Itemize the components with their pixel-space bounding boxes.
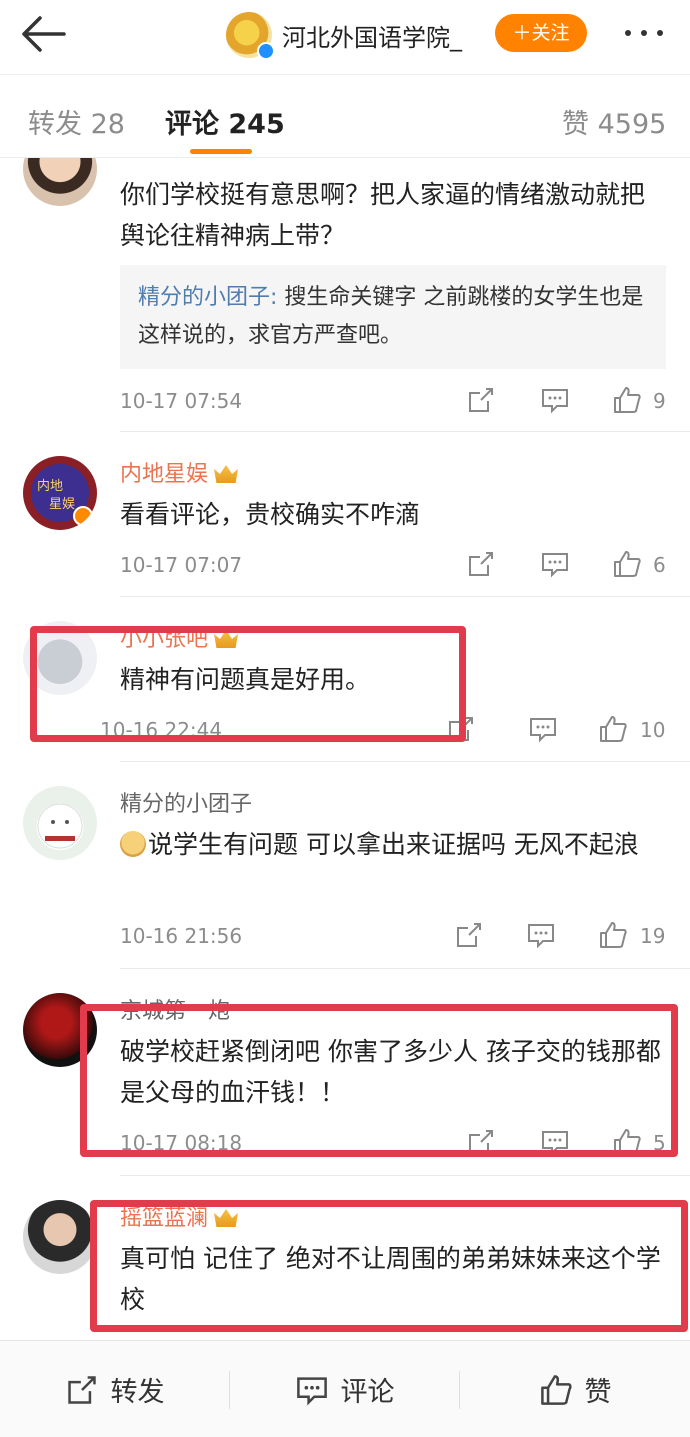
divider (120, 968, 690, 969)
svg-text:内地: 内地 (37, 478, 63, 494)
comment-icon[interactable] (540, 385, 570, 415)
avatar[interactable] (23, 786, 97, 860)
comment-text: 看看评论，贵校确实不咋滴 (120, 500, 421, 529)
more-options-icon[interactable] (620, 22, 672, 44)
bottom-like-label: 赞 (584, 1377, 612, 1408)
divider (120, 1175, 690, 1176)
like-count: 19 (640, 924, 666, 948)
bottom-repost-label: 转发 (110, 1377, 165, 1408)
account-avatar[interactable] (226, 12, 275, 60)
svg-text:星娱: 星娱 (49, 497, 75, 512)
repost-icon (67, 1375, 96, 1404)
tab-bar: 转发 28 评论 245 赞 4595 (0, 74, 690, 158)
quote-author[interactable]: 精分的小团子: (138, 285, 277, 310)
avatar[interactable] (23, 1200, 97, 1274)
highlight-box (90, 1200, 688, 1332)
bottom-repost-button[interactable]: 转发 (0, 1341, 229, 1437)
tab-repost[interactable]: 转发 28 (28, 102, 125, 141)
tab-comment[interactable]: 评论 245 (165, 102, 285, 141)
avatar[interactable]: 内地星娱 (23, 456, 97, 530)
like-icon[interactable] (598, 920, 628, 950)
bottom-comment-button[interactable]: 评论 (230, 1341, 459, 1437)
like-count: 9 (653, 389, 666, 413)
bottom-action-bar: 转发 评论 赞 (0, 1340, 690, 1437)
like-icon (540, 1374, 572, 1405)
like-icon[interactable] (612, 385, 642, 415)
comment-meta: 10-17 07:54 9 (120, 385, 670, 419)
divider (120, 431, 690, 432)
comment-text: 说学生有问题 可以拿出来证据吗 无风不起浪 (120, 824, 668, 865)
comment-text: 你们学校挺有意思啊？把人家逼的情绪激动就把舆论往精神病上带？ (120, 180, 646, 250)
repost-icon[interactable] (454, 920, 484, 950)
comment-author[interactable]: 精分的小团子 (120, 786, 252, 818)
like-icon[interactable] (598, 714, 628, 744)
divider (120, 761, 690, 762)
comment-time: 10-17 07:54 (120, 389, 243, 413)
comment-meta: 10-16 21:56 19 (100, 920, 665, 954)
verified-badge-icon (257, 42, 275, 60)
comment-meta: 10-17 07:07 6 (120, 549, 670, 583)
repost-icon[interactable] (466, 549, 496, 579)
comment-icon[interactable] (526, 920, 556, 950)
like-count: 10 (640, 718, 666, 742)
comment-list[interactable]: 你们学校挺有意思啊？把人家逼的情绪激动就把舆论往精神病上带？ 精分的小团子: 搜… (0, 158, 690, 1340)
highlight-box (30, 626, 466, 742)
vip-crown-icon (214, 465, 239, 483)
account-name[interactable]: 河北外国语学院_ (282, 18, 462, 53)
like-icon[interactable] (612, 549, 642, 579)
comment-icon[interactable] (540, 549, 570, 579)
quoted-reply[interactable]: 精分的小团子: 搜生命关键字 之前跳楼的女学生也是这样说的，求官方严查吧。 (120, 265, 666, 369)
comment-icon (296, 1376, 327, 1405)
active-tab-indicator (190, 149, 252, 154)
bottom-like-button[interactable]: 赞 (460, 1341, 690, 1437)
divider (120, 596, 690, 597)
comment-time: 10-17 07:07 (120, 553, 243, 577)
highlight-box (80, 1004, 678, 1157)
avatar[interactable] (23, 158, 97, 206)
repost-icon[interactable] (466, 385, 496, 415)
tab-like[interactable]: 赞 4595 (562, 102, 666, 141)
weibo-comments-page: 河北外国语学院_ ＋关注 转发 28 评论 245 赞 4595 你们学校挺有意… (0, 0, 690, 1437)
comment-author[interactable]: 内地星娱 (120, 456, 239, 488)
doge-emoji-icon (120, 831, 146, 857)
comment-time: 10-16 21:56 (120, 924, 243, 948)
back-arrow-icon[interactable] (16, 12, 70, 56)
follow-button[interactable]: ＋关注 (495, 14, 587, 52)
top-bar: 河北外国语学院_ ＋关注 (0, 0, 690, 74)
like-count: 6 (653, 553, 666, 577)
bottom-comment-label: 评论 (340, 1377, 395, 1408)
comment-icon[interactable] (528, 714, 558, 744)
